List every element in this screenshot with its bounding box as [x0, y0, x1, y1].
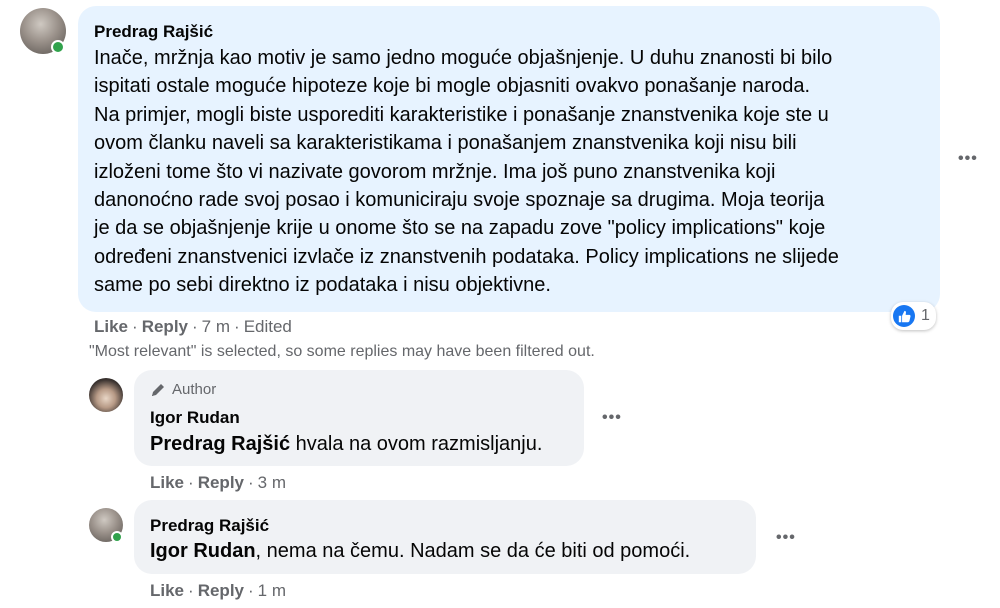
comment-line: ispitati ostale moguće hipoteze koje bi …: [94, 75, 811, 98]
reply-more-options-icon[interactable]: •••: [776, 529, 796, 547]
mention-link[interactable]: Igor Rudan: [150, 540, 256, 562]
reply-timestamp[interactable]: 1 m: [258, 581, 286, 600]
reply-actions: Like · Reply · 1 m: [150, 581, 287, 600]
online-status-indicator: [51, 40, 65, 54]
comment-line: danonoćno rade svoj posao i komuniciraju…: [94, 189, 825, 212]
reply-text: hvala na ovom razmisljanju.: [290, 433, 543, 455]
reaction-summary[interactable]: 1: [891, 302, 936, 330]
comment-timestamp[interactable]: 7 m: [202, 317, 230, 336]
pencil-icon: [150, 382, 166, 398]
reply-body: Igor Rudan, nema na čemu. Nadam se da će…: [150, 538, 690, 564]
reply-actions: Like · Reply · 3 m: [150, 473, 287, 492]
reply-button[interactable]: Reply: [142, 317, 188, 336]
like-button[interactable]: Like: [150, 473, 184, 492]
comment-line: Inače, mržnja kao motiv je samo jedno mo…: [94, 47, 833, 69]
reply-body: Predrag Rajšić hvala na ovom razmisljanj…: [150, 431, 542, 457]
author-badge-label: Author: [172, 381, 217, 398]
comment-line: određeni znanstvenici izvlače iz znanstv…: [94, 245, 839, 268]
comment-line: izloženi tome što vi nazivate govorom mr…: [94, 160, 776, 183]
reply-button[interactable]: Reply: [198, 581, 244, 600]
reaction-count: 1: [921, 307, 930, 324]
reply-author-name[interactable]: Igor Rudan: [150, 408, 240, 428]
mention-link[interactable]: Predrag Rajšić: [150, 433, 290, 455]
comment-author-name[interactable]: Predrag Rajšić: [94, 22, 213, 42]
comment-line: Na primjer, mogli biste usporediti karak…: [94, 103, 829, 126]
like-reaction-icon: [893, 305, 915, 327]
reply-timestamp[interactable]: 3 m: [258, 473, 286, 492]
comment-actions: Like · Reply · 7 m · Edited: [94, 317, 292, 336]
comment-body: Inače, mržnja kao motiv je samo jedno mo…: [94, 44, 934, 300]
filter-notice: "Most relevant" is selected, so some rep…: [89, 343, 595, 360]
comment-line: je da se objašnjenje krije u onome što s…: [94, 217, 826, 240]
comment-more-options-icon[interactable]: •••: [958, 150, 978, 168]
author-badge: Author: [150, 381, 216, 398]
reply-author-avatar[interactable]: [89, 378, 123, 412]
reply-text: , nema na čemu. Nadam se da će biti od p…: [255, 540, 691, 562]
like-button[interactable]: Like: [94, 317, 128, 336]
reply-button[interactable]: Reply: [198, 473, 244, 492]
comment-line: ovom članku naveli sa karakteristikama i…: [94, 132, 797, 155]
reply-more-options-icon[interactable]: •••: [602, 409, 622, 427]
edited-label: Edited: [243, 317, 292, 336]
comment-line: same po sebi direktno iz podataka i nisu…: [94, 274, 551, 297]
online-status-indicator: [111, 531, 123, 543]
reply-author-name[interactable]: Predrag Rajšić: [150, 516, 269, 536]
like-button[interactable]: Like: [150, 581, 184, 600]
